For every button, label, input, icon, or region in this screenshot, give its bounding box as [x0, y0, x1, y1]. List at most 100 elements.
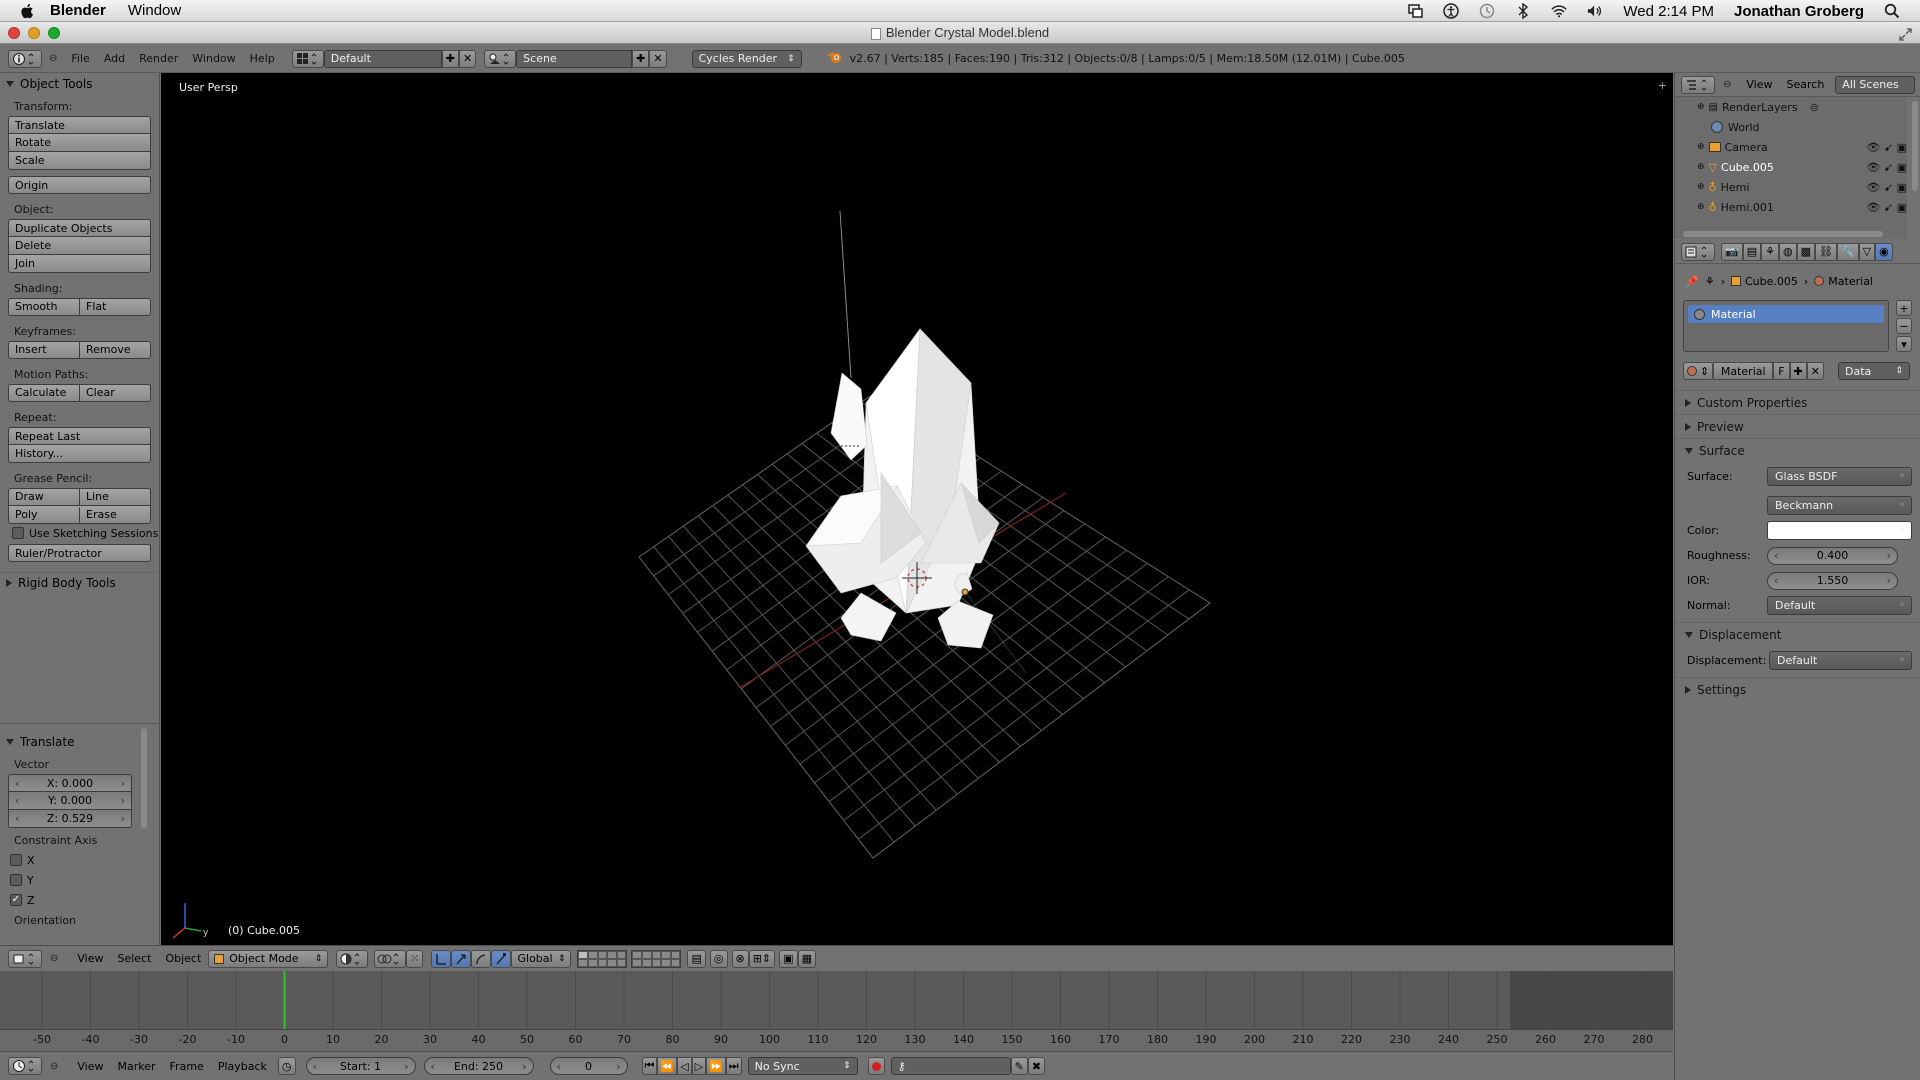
layer-button[interactable]	[670, 958, 681, 967]
join-button[interactable]: Join	[8, 255, 151, 273]
surface-shader-dropdown[interactable]: Glass BSDF	[1767, 467, 1912, 486]
panel-scrollbar[interactable]	[141, 728, 147, 828]
layer-button[interactable]	[616, 958, 627, 967]
editor-type-properties[interactable]	[1681, 242, 1715, 261]
layer-button[interactable]	[588, 950, 598, 959]
draw-button[interactable]: Draw	[9, 489, 80, 505]
layer-button[interactable]	[670, 950, 681, 959]
apple-icon[interactable]	[18, 2, 36, 20]
rotate-button[interactable]: Rotate	[8, 134, 151, 152]
prev-keyframe-button[interactable]: ⏪	[657, 1057, 678, 1075]
zoom-window-button[interactable]	[48, 27, 60, 39]
restrict-icons[interactable]: 👁 ➹ ▣	[1866, 201, 1907, 214]
collapse-menu-icon[interactable]: ⊖	[50, 953, 58, 964]
object-tab-icon[interactable]: ▩	[1796, 242, 1815, 261]
render-tab-icon[interactable]: 📷	[1721, 242, 1743, 261]
scene-tab-icon[interactable]: ⚘	[1761, 242, 1779, 261]
menu-object[interactable]: Object	[158, 952, 208, 965]
app-menu[interactable]: Blender	[50, 2, 106, 19]
layer-button[interactable]	[578, 958, 589, 967]
layer-button[interactable]	[588, 958, 598, 967]
editor-type-info[interactable]	[8, 49, 42, 68]
clock[interactable]: Wed 2:14 PM	[1623, 3, 1714, 20]
minimize-window-button[interactable]	[28, 27, 40, 39]
layer-button[interactable]	[642, 958, 652, 967]
editor-type-3dview[interactable]	[8, 949, 42, 968]
clear-button[interactable]: Clear	[80, 385, 150, 401]
layer-button[interactable]	[651, 958, 662, 967]
outliner-item-world[interactable]: World	[1675, 117, 1907, 137]
layer-button[interactable]	[597, 950, 608, 959]
layer-button[interactable]	[607, 950, 617, 959]
remove-keyframe-button[interactable]: Remove	[80, 342, 150, 358]
material-slot-list[interactable]: Material	[1683, 300, 1889, 352]
preview-range-toggle[interactable]: ◷	[277, 1057, 296, 1075]
constraints-tab-icon[interactable]: ⛓	[1815, 242, 1837, 261]
menu-view[interactable]: View	[70, 1060, 110, 1073]
menu-file[interactable]: File	[64, 52, 96, 65]
layer-button[interactable]	[651, 950, 662, 959]
duplicate-objects-button[interactable]: Duplicate Objects	[8, 219, 151, 237]
fake-user-button[interactable]: F	[1773, 362, 1790, 380]
fullscreen-icon[interactable]	[1899, 26, 1912, 41]
material-slot-item[interactable]: Material	[1688, 305, 1884, 323]
viewport-shading-dropdown[interactable]	[336, 949, 369, 968]
rigid-body-panel-header[interactable]: Rigid Body Tools	[0, 572, 159, 592]
remove-slot-button[interactable]: −	[1896, 318, 1912, 334]
add-slot-button[interactable]: +	[1896, 300, 1912, 316]
delete-keyframe-icon[interactable]: ✖	[1027, 1057, 1046, 1075]
volume-icon[interactable]	[1587, 3, 1603, 19]
sketching-checkbox[interactable]	[12, 527, 24, 539]
outliner-search-menu[interactable]: Search	[1780, 78, 1832, 91]
delete-button[interactable]: Delete	[8, 237, 151, 255]
collapse-menu-icon[interactable]: ⊖	[1723, 79, 1731, 90]
outliner-item-camera[interactable]: ⊕ Camera 👁 ➹ ▣	[1675, 137, 1907, 157]
render-layers-tab-icon[interactable]: ▤	[1742, 242, 1762, 261]
layer-buttons-2[interactable]	[631, 949, 682, 968]
collapse-menu-icon[interactable]: ⊖	[49, 53, 57, 64]
close-window-button[interactable]	[8, 27, 20, 39]
window-menu[interactable]: Window	[128, 2, 181, 19]
data-tab-icon[interactable]: ▽	[1858, 242, 1876, 261]
screen-mirror-icon[interactable]	[1407, 3, 1423, 19]
remove-screen-button[interactable]: ✕	[458, 49, 477, 68]
screen-layout-selector[interactable]	[291, 49, 324, 68]
rotate-manipulator[interactable]	[471, 949, 492, 968]
time-machine-icon[interactable]	[1479, 3, 1495, 19]
snap-toggle-icon[interactable]: ⊗	[731, 949, 749, 968]
smooth-button[interactable]: Smooth	[9, 299, 80, 315]
accessibility-icon[interactable]	[1443, 3, 1460, 19]
object-tools-panel-header[interactable]: Object Tools	[0, 74, 159, 94]
scene-selector[interactable]	[484, 49, 517, 68]
settings-header[interactable]: Settings	[1675, 677, 1920, 701]
next-keyframe-button[interactable]: ⏩	[706, 1057, 726, 1075]
material-tab-icon[interactable]: ◉	[1875, 242, 1893, 261]
constraint-y-checkbox[interactable]	[10, 874, 22, 886]
menu-frame[interactable]: Frame	[163, 1060, 211, 1073]
menu-render[interactable]: Render	[132, 52, 185, 65]
layer-button[interactable]	[632, 950, 643, 959]
menu-window[interactable]: Window	[185, 52, 242, 65]
display-mode-dropdown[interactable]: All Scenes	[1835, 75, 1916, 94]
render-animation-icon[interactable]: ▦	[797, 949, 816, 968]
repeat-last-button[interactable]: Repeat Last	[8, 427, 151, 445]
line-button[interactable]: Line	[80, 489, 150, 505]
vector-y-field[interactable]: Y: 0.000	[8, 792, 132, 810]
menu-playback[interactable]: Playback	[211, 1060, 274, 1073]
poly-button[interactable]: Poly	[9, 506, 80, 523]
surface-header[interactable]: Surface	[1675, 438, 1920, 462]
outliner-item-hemi[interactable]: ⊕ ♁ Hemi 👁 ➹ ▣	[1675, 177, 1907, 197]
mode-dropdown[interactable]: Object Mode ⇕	[208, 949, 329, 968]
screen-layout-name[interactable]: Default	[323, 49, 442, 68]
layer-button[interactable]	[632, 958, 643, 967]
jump-start-button[interactable]: ⏮	[641, 1057, 658, 1075]
history-button[interactable]: History...	[8, 445, 151, 463]
add-scene-button[interactable]: ✚	[632, 49, 650, 68]
lock-layers-icon[interactable]: ▤	[687, 949, 706, 968]
insert-keyframe-button[interactable]: Insert	[9, 342, 80, 358]
layer-button[interactable]	[661, 958, 671, 967]
vector-x-field[interactable]: X: 0.000	[8, 774, 132, 792]
3d-viewport[interactable]: User Persp + y (0) Cube.005	[161, 73, 1673, 945]
collapse-menu-icon[interactable]: ⊖	[50, 1061, 58, 1072]
sync-dropdown[interactable]: No Sync ⇕	[747, 1057, 858, 1075]
